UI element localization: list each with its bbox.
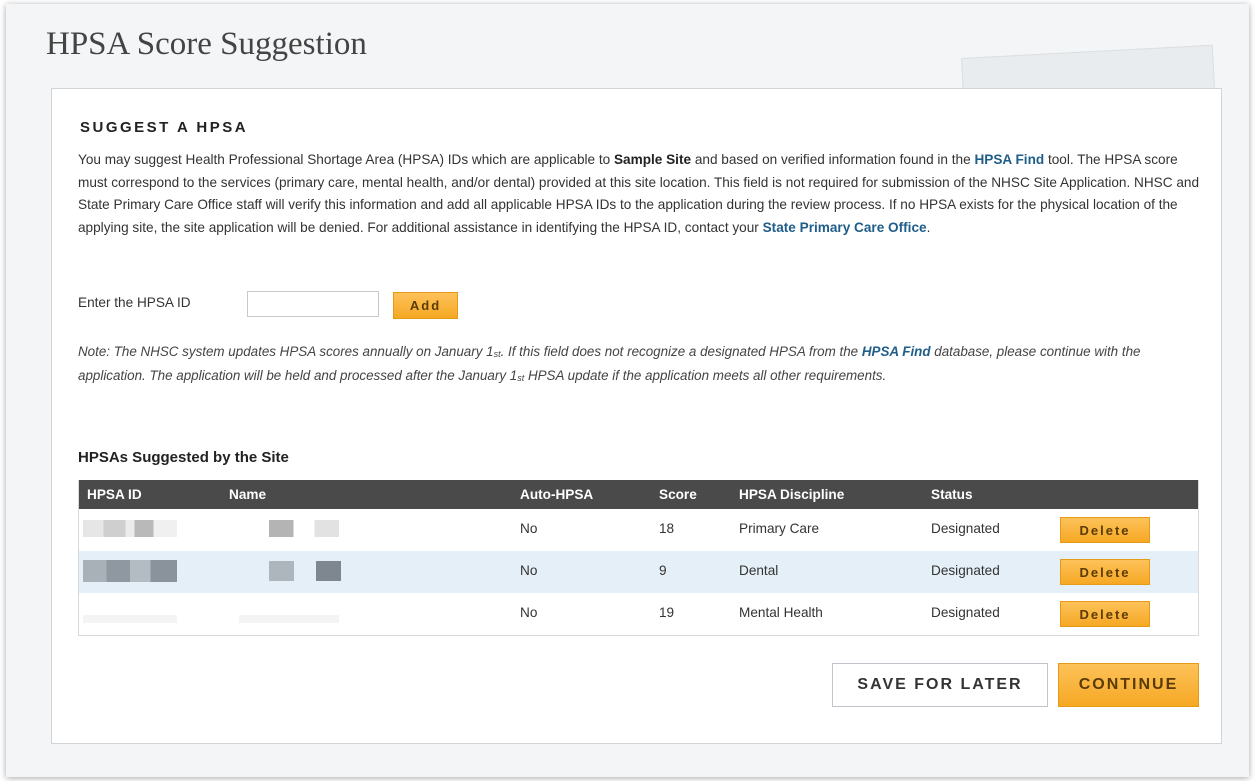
superscript-st: st	[493, 349, 501, 359]
redacted-name	[269, 561, 341, 581]
redacted-id	[83, 615, 177, 623]
cell-auto-hpsa: No	[520, 563, 538, 578]
app-frame: HPSA Score Suggestion SUGGEST A HPSA You…	[6, 4, 1249, 777]
note-text-part: . If this field does not recognize a des…	[500, 344, 862, 359]
delete-button[interactable]: Delete	[1060, 601, 1150, 627]
note-text-part: Note: The NHSC system updates HPSA score…	[78, 344, 494, 359]
cell-discipline: Primary Care	[739, 521, 820, 536]
delete-button[interactable]: Delete	[1060, 517, 1150, 543]
main-panel: SUGGEST A HPSA You may suggest Health Pr…	[51, 88, 1222, 744]
cell-status: Designated	[931, 563, 1000, 578]
intro-text-part: You may suggest Health Professional Shor…	[78, 152, 614, 167]
superscript-st: st	[517, 372, 525, 383]
cell-score: 19	[659, 605, 675, 620]
table-row: No 19 Mental Health Designated Delete	[79, 593, 1198, 635]
hpsa-id-label: Enter the HPSA ID	[78, 295, 191, 310]
cell-status: Designated	[931, 521, 1000, 536]
note-hpsa-find-link[interactable]: HPSA Find	[862, 344, 931, 359]
hpsa-id-input[interactable]	[247, 291, 379, 317]
continue-button[interactable]: CONTINUE	[1058, 663, 1199, 707]
hpsa-table: HPSA ID Name Auto-HPSA Score HPSA Discip…	[78, 480, 1199, 636]
cell-auto-hpsa: No	[520, 521, 538, 536]
cell-score: 9	[659, 563, 667, 578]
add-button[interactable]: Add	[393, 292, 458, 319]
cell-status: Designated	[931, 605, 1000, 620]
table-title: HPSAs Suggested by the Site	[78, 449, 289, 466]
col-name: Name	[229, 487, 267, 502]
note-text-part: HPSA update if the application meets all…	[524, 367, 887, 383]
state-office-link[interactable]: State Primary Care Office	[763, 220, 927, 235]
col-hpsa-id: HPSA ID	[87, 487, 142, 502]
cell-discipline: Mental Health	[739, 605, 823, 620]
redacted-name	[269, 520, 339, 537]
page-title: HPSA Score Suggestion	[46, 26, 367, 62]
intro-text: You may suggest Health Professional Shor…	[78, 149, 1200, 239]
cell-score: 18	[659, 521, 675, 536]
intro-text-part: .	[926, 219, 931, 235]
col-auto-hpsa: Auto-HPSA	[520, 487, 594, 502]
cell-auto-hpsa: No	[520, 605, 538, 620]
col-score: Score	[659, 487, 697, 502]
site-name: Sample Site	[613, 152, 692, 167]
save-for-later-button[interactable]: SAVE FOR LATER	[832, 663, 1048, 707]
intro-text-part: and based on verified information found …	[691, 152, 975, 167]
cell-discipline: Dental	[739, 563, 779, 578]
col-discipline: HPSA Discipline	[739, 487, 845, 502]
delete-button[interactable]: Delete	[1060, 559, 1150, 585]
redacted-id	[83, 520, 177, 537]
note-text: Note: The NHSC system updates HPSA score…	[78, 341, 1200, 388]
redacted-id	[83, 560, 177, 582]
redacted-name	[239, 615, 339, 623]
table-row: No 9 Dental Designated Delete	[79, 551, 1198, 593]
hpsa-entry-row: Enter the HPSA ID Add	[78, 291, 578, 319]
table-header: HPSA ID Name Auto-HPSA Score HPSA Discip…	[79, 480, 1198, 509]
hpsa-find-link[interactable]: HPSA Find	[974, 152, 1044, 167]
table-row: No 18 Primary Care Designated Delete	[79, 509, 1198, 551]
section-heading: SUGGEST A HPSA	[80, 119, 249, 136]
col-status: Status	[931, 487, 973, 502]
